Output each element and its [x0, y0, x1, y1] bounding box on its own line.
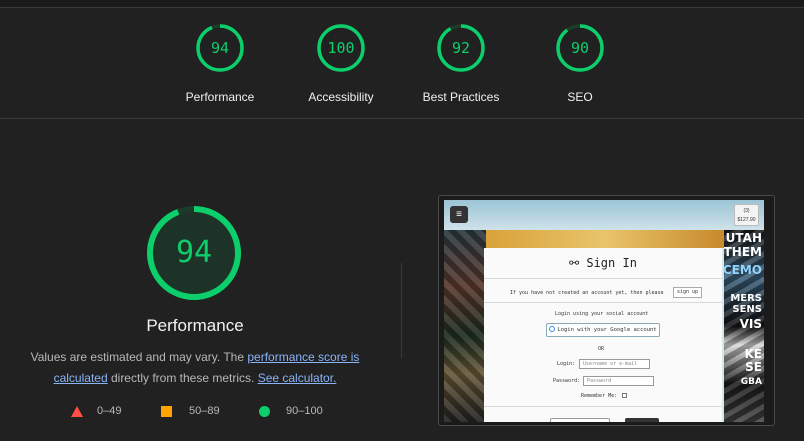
gauge-score: 92 [451, 39, 471, 57]
sign-in-card: ⚯ Sign In If you have not created an acc… [484, 248, 722, 422]
secondary-button[interactable] [550, 418, 610, 422]
performance-description: Values are estimated and may vary. The p… [20, 347, 370, 389]
sign-in-title-text: Sign In [586, 256, 637, 270]
cart-count: (3) [743, 208, 750, 214]
final-screenshot[interactable]: ≡ (3) $127.90 UTAH THEM CEMO MERS SENS V… [444, 200, 764, 422]
divider [484, 302, 722, 303]
vertical-divider [401, 263, 402, 358]
divider [484, 406, 722, 407]
legend-range: 90–100 [286, 405, 323, 417]
not-created-text: If you have not created an account yet, … [510, 290, 664, 296]
score-summary: 94 Performance 100 Accessibility 92 Best… [0, 9, 804, 119]
gauge-label: Accessibility [308, 90, 374, 104]
password-label: Password: [553, 378, 581, 384]
gauge-best-practices[interactable]: 92 Best Practices [401, 23, 521, 104]
square-icon [161, 405, 172, 417]
remember-checkbox[interactable] [622, 393, 627, 398]
legend-average: 50–89 [161, 405, 220, 417]
gauge-performance[interactable]: 94 Performance [160, 23, 280, 104]
sticker-collage-right: UTAH THEM CEMO MERS SENS VIS KE SE GBA [722, 230, 764, 422]
collage-word: UTAH [725, 231, 762, 245]
remember-label: Remember Me: [581, 393, 618, 399]
social-prompt: Login using your social account [555, 311, 649, 317]
banner-strip [486, 230, 724, 248]
sign-up-button[interactable]: sign up [673, 287, 703, 298]
legend-pass: 90–100 [259, 405, 323, 417]
menu-icon: ≡ [450, 206, 468, 223]
performance-title: Performance [146, 316, 244, 335]
legend-fail: 0–49 [71, 405, 121, 417]
collage-word: GBA [740, 377, 762, 387]
collage-word: SE [745, 360, 762, 374]
circle-icon [259, 405, 270, 417]
collage-word: VIS [739, 317, 762, 331]
google-login-button[interactable]: Login with your Google account [546, 323, 660, 337]
divider [484, 278, 722, 279]
collage-word: CEMO [722, 263, 762, 277]
gauge-ring: 100 [316, 23, 366, 73]
desc-prefix: Values are estimated and may vary. The [30, 350, 248, 364]
password-input[interactable]: Password [583, 376, 654, 386]
login-label: Login: [557, 361, 576, 367]
performance-score: 94 [175, 235, 213, 270]
see-calculator-link[interactable]: See calculator. [258, 371, 337, 385]
collage-word: KE [744, 347, 763, 361]
sign-in-title: ⚯ Sign In [484, 256, 722, 270]
or-separator: OR [598, 346, 605, 352]
gauge-ring: 92 [436, 23, 486, 73]
collage-word: SENS [732, 304, 762, 315]
gauge-score: 90 [570, 39, 590, 57]
triangle-icon [71, 405, 83, 417]
collage-word: THEM [723, 245, 762, 259]
google-login-label: Login with your Google account [557, 327, 657, 333]
sticker-collage-left [444, 230, 486, 422]
gauge-ring: 94 [195, 23, 245, 73]
top-border [0, 0, 804, 8]
legend-range: 50–89 [189, 405, 220, 417]
cart-icon: (3) $127.90 [734, 204, 759, 226]
cart-total: $127.90 [737, 217, 756, 223]
google-icon [549, 326, 556, 332]
desc-mid: directly from these metrics. [107, 371, 258, 385]
login-input[interactable]: Username or e-mail [579, 359, 650, 369]
legend-range: 0–49 [97, 405, 122, 417]
site-header: ≡ (3) $127.90 [444, 200, 764, 230]
gauge-accessibility[interactable]: 100 Accessibility [281, 23, 401, 104]
gauge-score: 100 [327, 39, 355, 57]
gauge-seo[interactable]: 90 SEO [520, 23, 640, 104]
gauge-ring: 90 [555, 23, 605, 73]
gauge-score: 94 [210, 39, 230, 57]
gauge-label: Performance [185, 90, 255, 104]
user-lock-icon: ⚯ [569, 256, 587, 270]
gauge-label: Best Practices [422, 90, 500, 104]
performance-gauge: 94 [145, 204, 243, 302]
gauge-label: SEO [567, 90, 593, 104]
submit-button[interactable] [625, 418, 659, 422]
